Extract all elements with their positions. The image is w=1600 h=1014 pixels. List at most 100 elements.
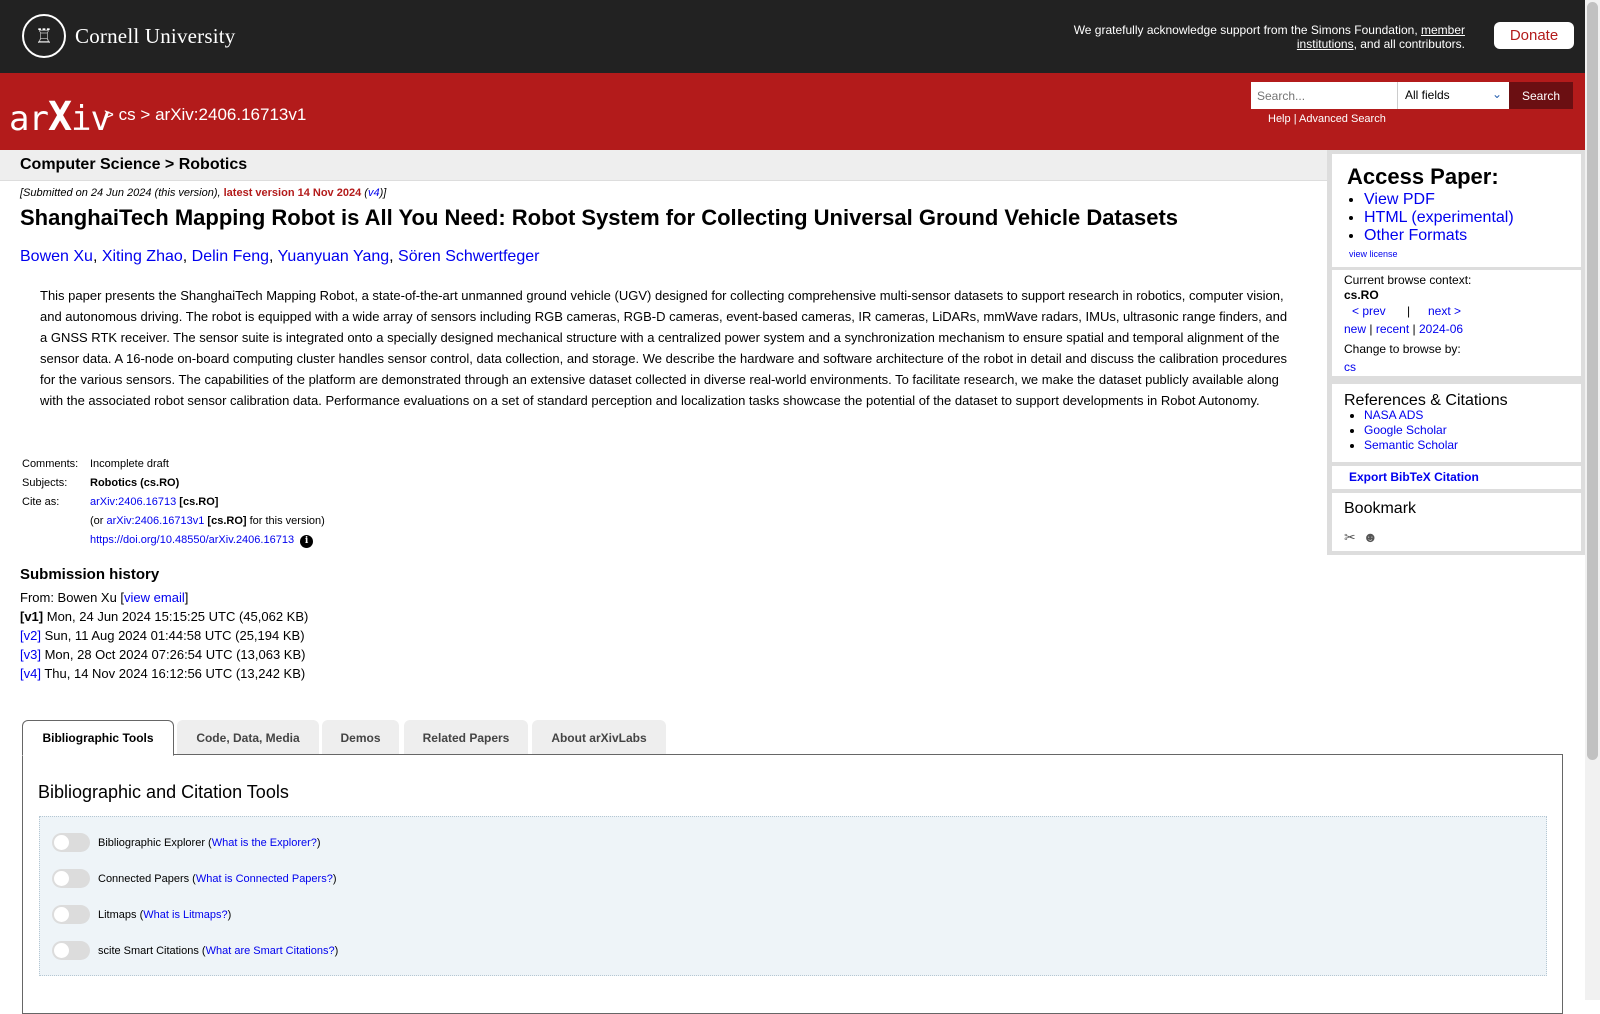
- version-link[interactable]: [v2]: [20, 628, 41, 643]
- support-text-body: We gratefully acknowledge support from t…: [1073, 23, 1421, 37]
- search-help-links: Help | Advanced Search: [1268, 113, 1386, 125]
- access-item: Other Formats: [1364, 227, 1514, 245]
- tool-scite: scite Smart Citations (What are Smart Ci…: [52, 941, 338, 960]
- search-input[interactable]: [1251, 82, 1397, 109]
- access-links: View PDF HTML (experimental) Other Forma…: [1347, 191, 1514, 245]
- version-link[interactable]: [v4]: [20, 666, 41, 681]
- references-box: References & Citations NASA ADS Google S…: [1332, 384, 1581, 462]
- submitter: From: Bowen Xu [view email]: [20, 588, 308, 607]
- tool-name: Bibliographic Explorer: [98, 836, 205, 849]
- html-link[interactable]: HTML (experimental): [1364, 209, 1514, 226]
- version-id-link[interactable]: arXiv:2406.16713v1: [107, 515, 205, 527]
- change-browse-label: Change to browse by:: [1344, 342, 1461, 356]
- toggle-switch[interactable]: [52, 833, 90, 852]
- access-item: HTML (experimental): [1364, 209, 1514, 227]
- cornell-logo[interactable]: ♖ Cornell University: [22, 14, 236, 58]
- info-icon[interactable]: i: [300, 535, 314, 548]
- author-list: Bowen Xu, Xiting Zhao, Delin Feng, Yuany…: [20, 248, 539, 266]
- arxiv-logo[interactable]: arXiv: [9, 94, 111, 140]
- version-category: [cs.RO]: [207, 515, 247, 527]
- cornell-banner: ♖ Cornell University We gratefully ackno…: [0, 0, 1585, 73]
- scrollbar-thumb[interactable]: [1587, 2, 1598, 760]
- tool-help-link[interactable]: What is Connected Papers?: [196, 873, 333, 885]
- next-link[interactable]: next >: [1428, 304, 1461, 318]
- cite-label: Cite as:: [22, 496, 60, 508]
- export-bibtex-link[interactable]: Export BibTeX Citation: [1349, 470, 1479, 484]
- bibtex-box: Export BibTeX Citation: [1332, 466, 1581, 489]
- nasa-ads-link[interactable]: NASA ADS: [1364, 408, 1423, 422]
- version-row: [v1] Mon, 24 Jun 2024 15:15:25 UTC (45,0…: [20, 607, 308, 626]
- browse-cs-link[interactable]: cs: [1344, 360, 1356, 374]
- toggle-switch[interactable]: [52, 869, 90, 888]
- nav-sep: |: [1412, 322, 1416, 336]
- recent-link[interactable]: recent: [1376, 322, 1409, 336]
- author-sep: ,: [389, 248, 399, 265]
- tool-litmaps: Litmaps (What is Litmaps?): [52, 905, 231, 924]
- view-pdf-link[interactable]: View PDF: [1364, 191, 1435, 208]
- prev-link[interactable]: < prev: [1352, 304, 1386, 318]
- tool-bibliographic-explorer: Bibliographic Explorer (What is the Expl…: [52, 833, 321, 852]
- view-license-link[interactable]: view license: [1349, 249, 1398, 259]
- version-link[interactable]: [v3]: [20, 647, 41, 662]
- search-field-value: All fields: [1405, 88, 1450, 102]
- author-link[interactable]: Sören Schwertfeger: [398, 248, 539, 265]
- tab-about-arxivlabs[interactable]: About arXivLabs: [532, 720, 666, 755]
- new-link[interactable]: new: [1344, 322, 1366, 336]
- tab-bibliographic-tools[interactable]: Bibliographic Tools: [22, 720, 174, 756]
- breadcrumb-paper-id: arXiv:2406.16713v1: [155, 105, 307, 124]
- tool-help-link[interactable]: What is Litmaps?: [143, 909, 227, 921]
- tab-related-papers[interactable]: Related Papers: [404, 720, 528, 755]
- submission-dateline: [Submitted on 24 Jun 2024 (this version)…: [20, 187, 386, 199]
- cite-version-value: (or arXiv:2406.16713v1 [cs.RO] for this …: [88, 512, 331, 531]
- version-date: Mon, 28 Oct 2024 07:26:54 UTC (13,063 KB…: [40, 647, 306, 662]
- toggle-switch[interactable]: [52, 905, 90, 924]
- chevron-down-icon: ⌄: [1491, 87, 1502, 101]
- comments-label: Comments:: [22, 458, 79, 470]
- author-link[interactable]: Bowen Xu: [20, 248, 93, 265]
- latest-version: latest version 14 Nov 2024: [223, 187, 362, 199]
- cite-id-link[interactable]: arXiv:2406.16713: [90, 496, 176, 508]
- tab-demos[interactable]: Demos: [322, 720, 399, 755]
- comments-value: Incomplete draft: [90, 458, 169, 470]
- doi-link[interactable]: https://doi.org/10.48550/arXiv.2406.1671…: [90, 534, 294, 546]
- toggle-switch[interactable]: [52, 941, 90, 960]
- logo-part-x: X: [47, 94, 72, 140]
- author-link[interactable]: Yuanyuan Yang: [278, 248, 390, 265]
- help-link[interactable]: Help: [1268, 113, 1291, 125]
- subject-header: Computer Science > Robotics: [0, 150, 1327, 181]
- author-link[interactable]: Xiting Zhao: [102, 248, 183, 265]
- abstract: This paper presents the ShanghaiTech Map…: [40, 288, 1288, 408]
- author-sep: ,: [182, 248, 192, 265]
- comments-row: Comments: Incomplete draft: [20, 455, 331, 474]
- cite-value: arXiv:2406.16713 [cs.RO]: [88, 493, 331, 512]
- page-scrollbar[interactable]: [1585, 0, 1600, 1000]
- advanced-search-link[interactable]: Advanced Search: [1299, 113, 1386, 125]
- latest-version-link[interactable]: v4: [368, 187, 380, 199]
- tab-code-data-media[interactable]: Code, Data, Media: [177, 720, 319, 755]
- submission-history-heading: Submission history: [20, 566, 160, 583]
- donate-button[interactable]: Donate: [1494, 22, 1574, 49]
- nav-sep: |: [1407, 304, 1411, 318]
- semantic-scholar-link[interactable]: Semantic Scholar: [1364, 438, 1458, 452]
- link-sep: |: [1293, 113, 1297, 125]
- tool-help-link[interactable]: What are Smart Citations?: [206, 945, 335, 957]
- tool-help-link[interactable]: What is the Explorer?: [212, 837, 317, 849]
- bibsonomy-icon[interactable]: ✂: [1344, 529, 1356, 546]
- search-field-select[interactable]: All fields ⌄: [1397, 82, 1509, 109]
- view-email-link[interactable]: view email: [124, 590, 185, 605]
- other-formats-link[interactable]: Other Formats: [1364, 227, 1467, 244]
- reddit-icon[interactable]: ☻: [1363, 529, 1378, 545]
- metadata-table: Comments: Incomplete draft Subjects: Rob…: [20, 455, 331, 551]
- search-button[interactable]: Search: [1509, 82, 1573, 109]
- logo-part-ar: ar: [9, 99, 49, 139]
- bookmark-box: Bookmark ✂ ☻: [1332, 493, 1581, 551]
- google-scholar-link[interactable]: Google Scholar: [1364, 423, 1447, 437]
- tool-name: Connected Papers: [98, 872, 190, 885]
- month-link[interactable]: 2024-06: [1419, 322, 1463, 336]
- sidebar: Access Paper: View PDF HTML (experimenta…: [1327, 150, 1585, 555]
- author-link[interactable]: Delin Feng: [192, 248, 269, 265]
- browse-context-box: Current browse context: cs.RO < prev | n…: [1332, 270, 1581, 376]
- submitter-text: From: Bowen Xu [: [20, 590, 125, 605]
- breadcrumb-cs[interactable]: cs: [119, 105, 136, 124]
- tool-connected-papers: Connected Papers (What is Connected Pape…: [52, 869, 337, 888]
